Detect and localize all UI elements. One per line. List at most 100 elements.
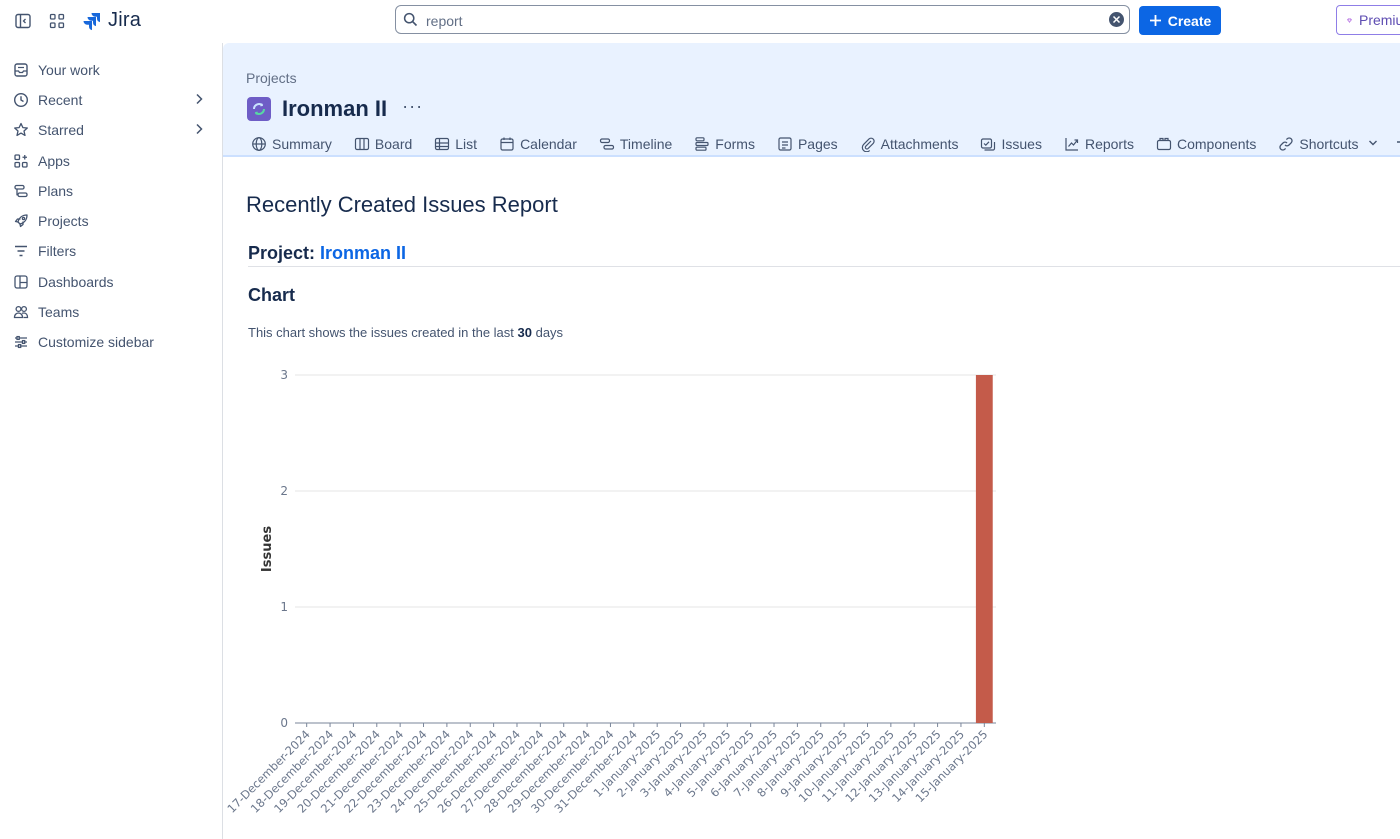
premium-button[interactable]: Premium [1336, 5, 1400, 35]
plus-icon [1396, 140, 1400, 143]
tab-issues[interactable]: Issues [980, 136, 1042, 152]
tab-list[interactable]: List [434, 136, 477, 152]
sidebar-item-customize-sidebar[interactable]: Customize sidebar [12, 329, 212, 355]
tab-calendar[interactable]: Calendar [499, 136, 577, 152]
project-tabs: Summary Board List Calendar Timeline For… [251, 133, 1400, 155]
project-title-row: Ironman II ··· [247, 96, 423, 122]
y-tick-label: 3 [280, 368, 288, 382]
more-actions-button[interactable]: ··· [402, 96, 423, 117]
create-button[interactable]: Create [1139, 6, 1221, 35]
dashboard-icon [12, 273, 30, 291]
sidebar-item-teams[interactable]: Teams [12, 299, 212, 325]
tab-reports[interactable]: Reports [1064, 136, 1134, 152]
sidebar-item-label: Apps [38, 153, 70, 169]
y-axis-label: Issues [260, 526, 275, 572]
rocket-icon [12, 212, 30, 230]
issues-icon [980, 136, 996, 152]
sidebar-item-starred[interactable]: Starred [12, 117, 212, 143]
page-title: Ironman II [282, 96, 388, 121]
sidebar-item-your-work[interactable]: Your work [12, 57, 212, 83]
tab-board[interactable]: Board [354, 136, 412, 152]
search-box[interactable] [395, 5, 1130, 34]
breadcrumb[interactable]: Projects [246, 70, 297, 86]
jira-logo[interactable]: Jira [82, 9, 141, 32]
sidebar-item-dashboards[interactable]: Dashboards [12, 269, 212, 295]
tab-label: Attachments [880, 136, 959, 152]
list-icon [434, 136, 450, 152]
tab-pages[interactable]: Pages [777, 136, 838, 152]
plus-icon [1149, 15, 1161, 26]
tab-shortcuts[interactable]: Shortcuts [1278, 136, 1378, 152]
components-icon [1156, 136, 1172, 152]
clock-icon [12, 91, 30, 109]
y-tick-label: 1 [280, 600, 288, 614]
jira-icon [83, 12, 100, 30]
report-content: Recently Created Issues Report Project: … [223, 157, 1400, 839]
reports-icon [1064, 136, 1080, 152]
chevron-right-icon[interactable] [192, 92, 206, 109]
sidebar-item-filters[interactable]: Filters [12, 238, 212, 264]
search-icon [403, 12, 418, 32]
chevron-down-icon[interactable] [1367, 136, 1379, 152]
chart-bar [975, 375, 993, 723]
sidebar-item-label: Projects [38, 213, 89, 229]
tab-forms[interactable]: Forms [694, 136, 755, 152]
sidebar-item-recent[interactable]: Recent [12, 87, 212, 113]
chevron-right-icon[interactable] [192, 122, 206, 139]
clear-search-icon[interactable] [1109, 12, 1124, 27]
premium-button-label: Premium [1358, 12, 1400, 28]
tab-label: Calendar [520, 136, 577, 152]
app-switcher-icon[interactable] [47, 11, 67, 31]
add-tab-button[interactable] [1395, 133, 1400, 156]
tab-timeline[interactable]: Timeline [599, 136, 672, 152]
forms-icon [694, 136, 710, 152]
sidebar-item-label: Starred [38, 122, 84, 138]
create-button-label: Create [1167, 12, 1212, 29]
tab-label: Forms [715, 136, 755, 152]
sidebar: Your work Recent Starred Apps Plans Proj… [0, 43, 223, 839]
tab-label: Summary [272, 136, 332, 152]
tab-label: Pages [797, 136, 838, 152]
issues-bar-chart: 0123Issues17-December-202418-December-20… [224, 368, 996, 816]
sidebar-toggle-icon[interactable] [13, 11, 33, 31]
sidebar-item-label: Dashboards [38, 274, 114, 290]
calendar-icon [499, 136, 515, 152]
plans-icon [12, 182, 30, 200]
timeline-icon [599, 136, 615, 152]
sidebar-item-label: Filters [38, 243, 77, 259]
tab-label: Issues [1001, 136, 1042, 152]
link-icon [1278, 136, 1294, 152]
breadcrumb-projects[interactable]: Projects [246, 70, 297, 86]
pages-icon [777, 136, 793, 152]
search-input[interactable] [424, 9, 1088, 32]
top-navigation-bar: Jira Create Premium [0, 0, 1400, 43]
y-tick-label: 0 [280, 716, 288, 730]
sidebar-item-projects[interactable]: Projects [12, 208, 212, 234]
tab-label: Reports [1084, 136, 1134, 152]
paperclip-icon [860, 136, 876, 152]
tab-summary[interactable]: Summary [251, 136, 332, 152]
tab-label: Board [374, 136, 413, 152]
tab-label: Components [1176, 136, 1257, 152]
tab-components[interactable]: Components [1156, 136, 1256, 152]
sidebar-item-label: Customize sidebar [38, 334, 154, 350]
globe-icon [251, 136, 267, 152]
y-tick-label: 2 [280, 484, 288, 498]
sidebar-item-label: Plans [38, 183, 74, 199]
tab-label: Shortcuts [1299, 136, 1359, 152]
apps-icon [12, 152, 30, 170]
sidebar-item-apps[interactable]: Apps [12, 148, 212, 174]
board-icon [354, 136, 370, 152]
sliders-icon [12, 333, 30, 351]
tab-label: List [455, 136, 478, 152]
tab-attachments[interactable]: Attachments [860, 136, 959, 152]
people-icon [12, 303, 30, 321]
sidebar-item-label: Teams [38, 304, 80, 320]
filter-icon [12, 242, 30, 260]
sidebar-item-label: Your work [38, 62, 100, 78]
sidebar-item-label: Recent [38, 92, 83, 108]
app-name: Jira [108, 9, 142, 31]
project-header: Projects Ironman II ··· Summary Board Li… [223, 43, 1400, 157]
project-avatar-icon [247, 97, 271, 121]
sidebar-item-plans[interactable]: Plans [12, 178, 212, 204]
